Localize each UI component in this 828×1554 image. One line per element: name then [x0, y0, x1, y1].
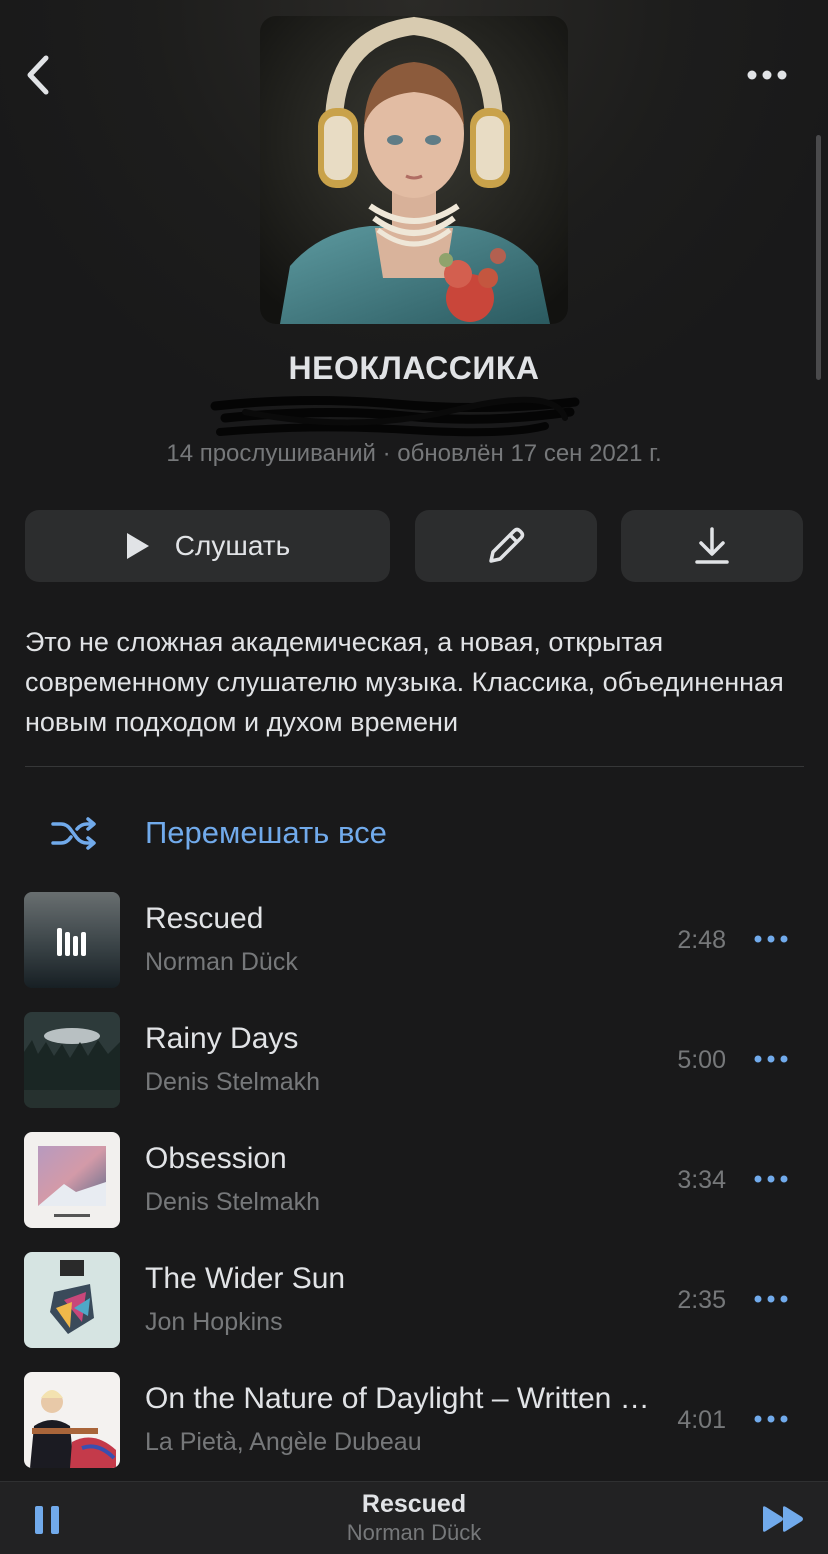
track-artist: Denis Stelmakh — [145, 1068, 321, 1096]
track-row[interactable]: The Wider Sun Jon Hopkins 2:35 — [0, 1252, 828, 1372]
track-title: Rescued — [145, 902, 264, 935]
track-duration: 4:01 — [677, 1406, 726, 1434]
redaction-scribble — [210, 395, 580, 437]
next-track-button[interactable] — [760, 1502, 808, 1536]
track-row[interactable]: Obsession Denis Stelmakh 3:34 — [0, 1132, 828, 1252]
shuffle-all-button[interactable]: Перемешать все — [25, 800, 525, 866]
pencil-icon — [489, 527, 525, 563]
track-duration: 5:00 — [677, 1046, 726, 1074]
track-artist: La Pietà, Angèle Dubeau — [145, 1428, 422, 1456]
track-cover — [24, 1372, 120, 1468]
edit-button[interactable] — [415, 510, 597, 582]
track-title: Rainy Days — [145, 1022, 299, 1055]
track-title: On the Nature of Daylight – Written by M… — [145, 1382, 650, 1415]
track-cover — [24, 1252, 120, 1348]
track-artist: Denis Stelmakh — [145, 1188, 321, 1216]
track-more-icon[interactable] — [752, 1408, 790, 1430]
play-icon — [126, 533, 149, 559]
now-playing-icon — [57, 928, 86, 956]
playlist-meta: 14 прослушиваний · обновлён 17 сен 2021 … — [166, 440, 662, 467]
track-more-icon[interactable] — [752, 1168, 790, 1190]
mini-player[interactable]: Rescued Norman Dück — [0, 1481, 828, 1554]
track-duration: 2:35 — [677, 1286, 726, 1314]
more-horizontal-icon — [747, 70, 787, 80]
chevron-left-icon — [27, 55, 49, 95]
track-artist: Jon Hopkins — [145, 1308, 283, 1336]
track-title: Obsession — [145, 1142, 287, 1175]
playlist-cover — [260, 16, 568, 324]
scrollbar[interactable] — [816, 135, 821, 380]
player-track-title: Rescued — [361, 1490, 467, 1518]
divider — [25, 766, 804, 767]
play-button-label: Слушать — [174, 530, 291, 561]
download-icon — [695, 527, 729, 564]
pause-icon — [35, 1506, 59, 1534]
track-duration: 3:34 — [677, 1166, 726, 1194]
track-duration: 2:48 — [677, 926, 726, 954]
more-options-button[interactable] — [744, 62, 790, 88]
shuffle-icon — [51, 817, 96, 850]
track-artist: Norman Dück — [145, 948, 298, 976]
playlist-description: Это не сложная академическая, а новая, о… — [25, 627, 784, 737]
track-row[interactable]: Rescued Norman Dück 2:48 — [0, 892, 828, 1012]
player-track-artist: Norman Dück — [346, 1520, 482, 1545]
track-more-icon[interactable] — [752, 1288, 790, 1310]
play-button[interactable]: Слушать — [25, 510, 390, 582]
track-row[interactable]: Rainy Days Denis Stelmakh 5:00 — [0, 1012, 828, 1132]
pause-button[interactable] — [28, 1500, 68, 1540]
shuffle-all-label: Перемешать все — [145, 815, 387, 850]
download-button[interactable] — [621, 510, 803, 582]
track-cover — [24, 892, 120, 988]
playlist-title: НЕОКЛАССИКА — [288, 350, 540, 386]
track-more-icon[interactable] — [752, 928, 790, 950]
track-cover — [24, 1132, 120, 1228]
track-row[interactable]: On the Nature of Daylight – Written by M… — [0, 1372, 828, 1492]
track-title: The Wider Sun — [145, 1262, 346, 1295]
track-cover — [24, 1012, 120, 1108]
fast-forward-icon — [763, 1506, 803, 1532]
track-more-icon[interactable] — [752, 1048, 790, 1070]
back-button[interactable] — [20, 50, 64, 100]
